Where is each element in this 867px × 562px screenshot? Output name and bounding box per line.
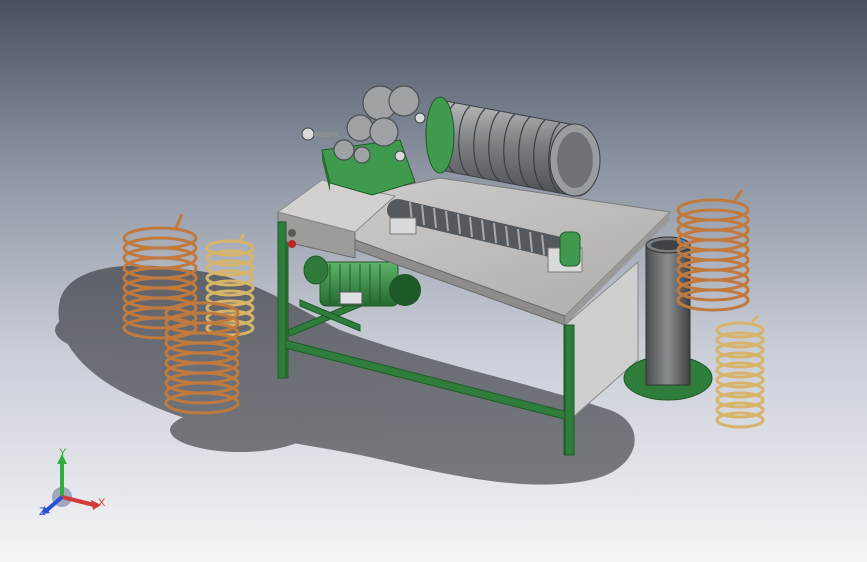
machine-scene[interactable] — [0, 0, 867, 562]
gold-coil-right — [715, 314, 765, 429]
y-axis-label: Y — [59, 447, 67, 459]
z-axis-label: Z — [39, 506, 46, 518]
cad-viewport[interactable]: Y X Z — [0, 0, 867, 562]
gearbox — [301, 85, 426, 196]
x-axis-label: X — [98, 497, 106, 509]
axis-triad[interactable] — [42, 454, 101, 514]
